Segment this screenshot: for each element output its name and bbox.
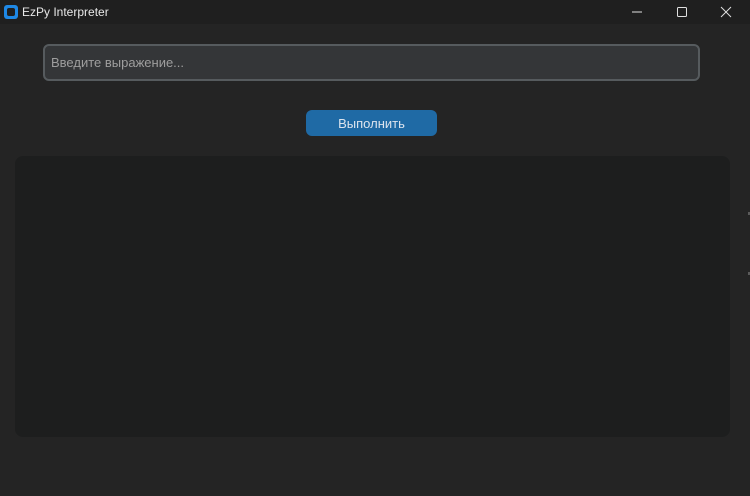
app-icon (4, 5, 18, 19)
minimize-icon (632, 11, 642, 13)
window-title: EzPy Interpreter (22, 5, 109, 19)
minimize-button[interactable] (615, 0, 659, 24)
title-bar[interactable]: EzPy Interpreter (0, 0, 750, 24)
close-icon (720, 6, 732, 18)
output-panel[interactable] (15, 156, 730, 437)
maximize-button[interactable] (660, 0, 704, 24)
expression-input[interactable] (43, 44, 700, 81)
app-window: EzPy Interpreter Выполнить (0, 0, 750, 496)
maximize-icon (677, 7, 687, 17)
close-button[interactable] (704, 0, 748, 24)
run-button[interactable]: Выполнить (306, 110, 437, 136)
